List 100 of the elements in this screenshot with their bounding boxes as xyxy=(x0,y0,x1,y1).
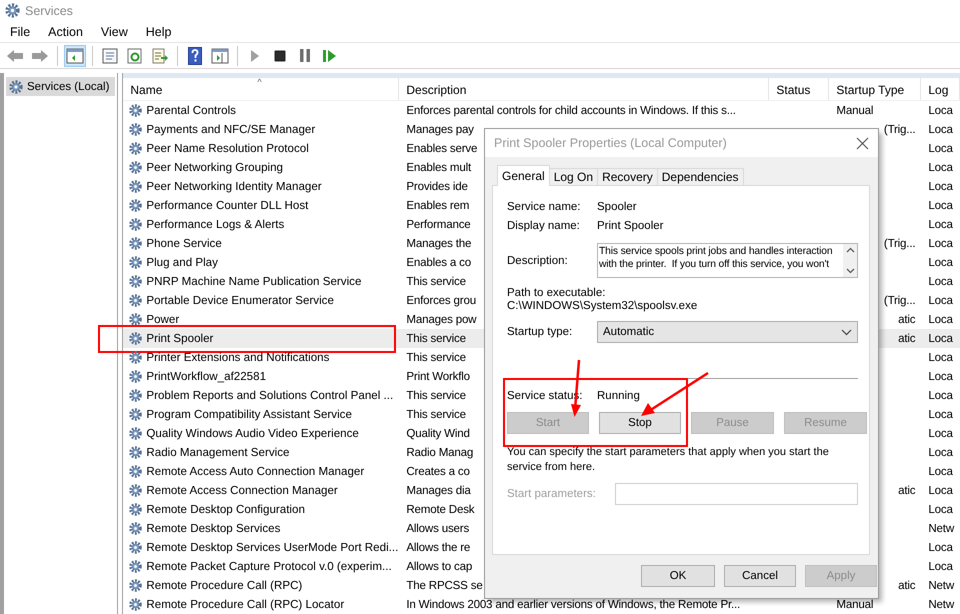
startup-type-cell: atic xyxy=(898,332,916,346)
dialog-title: Print Spooler Properties (Local Computer) xyxy=(494,136,727,150)
service-name-cell: Peer Networking Grouping xyxy=(146,161,283,174)
service-name-cell: Remote Desktop Configuration xyxy=(146,503,305,516)
log-on-cell: Loca xyxy=(928,180,953,194)
log-on-cell: Loca xyxy=(928,503,953,516)
startup-type-cell: atic xyxy=(898,484,916,498)
service-name-cell: Remote Desktop Services UserMode Port Redi... xyxy=(146,541,398,554)
service-status-value: Running xyxy=(597,390,640,402)
service-name-cell: Remote Procedure Call (RPC) xyxy=(146,579,302,592)
description-cell: Creates a co xyxy=(406,465,470,478)
sort-indicator: ^ xyxy=(257,77,262,88)
log-on-cell: Loca xyxy=(928,389,953,402)
startup-type-cell: Manual xyxy=(836,598,874,612)
service-name-cell: Payments and NFC/SE Manager xyxy=(146,123,316,136)
log-on-cell: Loca xyxy=(928,427,953,440)
column-label: Description xyxy=(406,83,466,98)
log-on-cell: Loca xyxy=(928,370,953,384)
column-label: Status xyxy=(776,83,810,98)
startup-type-cell: (Trig... xyxy=(884,123,916,136)
tree-item-label: Services (Local) xyxy=(27,80,110,93)
description-cell: Allows to cap xyxy=(406,560,472,574)
log-on-cell: Netw xyxy=(928,579,954,592)
service-name-cell: Plug and Play xyxy=(146,256,218,270)
log-on-cell: Loca xyxy=(928,313,953,326)
log-on-cell: Loca xyxy=(928,123,953,136)
service-name-cell: Problem Reports and Solutions Control Panel ... xyxy=(146,389,394,402)
start-parameters-label: Start parameters: xyxy=(507,488,597,500)
log-on-cell: Loca xyxy=(928,161,953,174)
service-name-cell: Remote Desktop Services xyxy=(146,522,280,536)
log-on-cell: Loca xyxy=(928,446,953,460)
log-on-cell: Loca xyxy=(928,484,953,498)
log-on-cell: Loca xyxy=(928,275,953,288)
log-on-cell: Loca xyxy=(928,142,953,156)
service-name-cell: Radio Management Service xyxy=(146,446,290,460)
log-on-cell: Loca xyxy=(928,332,953,346)
description-cell: This service xyxy=(406,332,466,346)
display-name-value: Print Spooler xyxy=(597,220,664,232)
service-name-cell: Performance Counter DLL Host xyxy=(146,199,308,212)
log-on-cell: Loca xyxy=(928,560,953,574)
service-name-cell: Parental Controls xyxy=(146,104,236,118)
description-cell: Performance xyxy=(406,218,471,232)
description-cell: The RPCSS se xyxy=(406,579,483,592)
description-cell: Enforces grou xyxy=(406,294,476,308)
log-on-cell: Netw xyxy=(928,522,954,536)
path-label: Path to executable: xyxy=(507,287,606,299)
description-cell: Manages pay xyxy=(406,123,474,136)
column-label: Log xyxy=(928,83,948,98)
description-cell: Manages dia xyxy=(406,484,471,498)
log-on-cell: Loca xyxy=(928,351,953,364)
log-on-cell: Loca xyxy=(928,218,953,232)
service-name-cell: Remote Packet Capture Protocol v.0 (experim... xyxy=(146,560,392,574)
service-name-label: Service name: xyxy=(507,201,582,213)
service-name-cell: Program Compatibility Assistant Service xyxy=(146,408,352,422)
service-name-cell: PNRP Machine Name Publication Service xyxy=(146,275,362,288)
path-value: C:\WINDOWS\System32\spoolsv.exe xyxy=(507,300,698,312)
description-cell: Provides ide xyxy=(406,180,468,194)
description-cell: Manages pow xyxy=(406,313,476,326)
description-cell: Enables serve xyxy=(406,142,478,156)
service-name-cell: Performance Logs & Alerts xyxy=(146,218,284,232)
description-label: Description: xyxy=(507,254,569,266)
log-on-cell: Netw xyxy=(928,598,954,612)
service-name-cell: Phone Service xyxy=(146,237,222,250)
description-cell: Allows users xyxy=(406,522,470,536)
column-label: Name xyxy=(130,83,162,98)
start-parameters-note: You can specify the start parameters that apply when you start the service from here. xyxy=(507,445,830,475)
startup-type-cell: Manual xyxy=(836,104,874,118)
startup-type-cell: atic xyxy=(898,313,916,326)
description-cell: Enables rem xyxy=(406,199,470,212)
description-cell: This service xyxy=(406,275,466,288)
description-cell: In Windows 2003 and earlier versions of Windows, the Remote Pr... xyxy=(406,598,740,612)
description-cell: This service xyxy=(406,351,466,364)
log-on-cell: Loca xyxy=(928,541,953,554)
description-cell: This service xyxy=(406,408,466,422)
startup-type-cell: atic xyxy=(898,579,916,592)
window-title: Services xyxy=(25,4,73,18)
description-cell: Remote Desk xyxy=(406,503,474,516)
description-cell: Print Workflo xyxy=(406,370,470,384)
service-name-cell: Quality Windows Audio Video Experience xyxy=(146,427,359,440)
description-cell: Radio Manag xyxy=(406,446,474,460)
service-name-cell: Print Spooler xyxy=(146,332,214,346)
description-cell: Enables a co xyxy=(406,256,472,270)
description-cell: Allows the re xyxy=(406,541,470,554)
service-name-cell: Peer Name Resolution Protocol xyxy=(146,142,309,156)
service-name-cell: Remote Access Auto Connection Manager xyxy=(146,465,364,478)
service-name-cell: Printer Extensions and Notifications xyxy=(146,351,330,364)
log-on-cell: Loca xyxy=(928,199,953,212)
service-name-cell: PrintWorkflow_af22581 xyxy=(146,370,266,384)
log-on-cell: Loca xyxy=(928,465,953,478)
description-cell: Quality Wind xyxy=(406,427,470,440)
log-on-cell: Loca xyxy=(928,256,953,270)
service-name-cell: Power xyxy=(146,313,180,326)
log-on-cell: Loca xyxy=(928,237,953,250)
service-name-cell: Portable Device Enumerator Service xyxy=(146,294,334,308)
description-cell: Manages the xyxy=(406,237,472,250)
service-name-cell: Remote Access Connection Manager xyxy=(146,484,338,498)
startup-type-cell: (Trig... xyxy=(884,294,916,308)
service-name-cell: Remote Procedure Call (RPC) Locator xyxy=(146,598,344,612)
service-name-cell: Peer Networking Identity Manager xyxy=(146,180,322,194)
startup-type-label: Startup type: xyxy=(507,326,574,338)
